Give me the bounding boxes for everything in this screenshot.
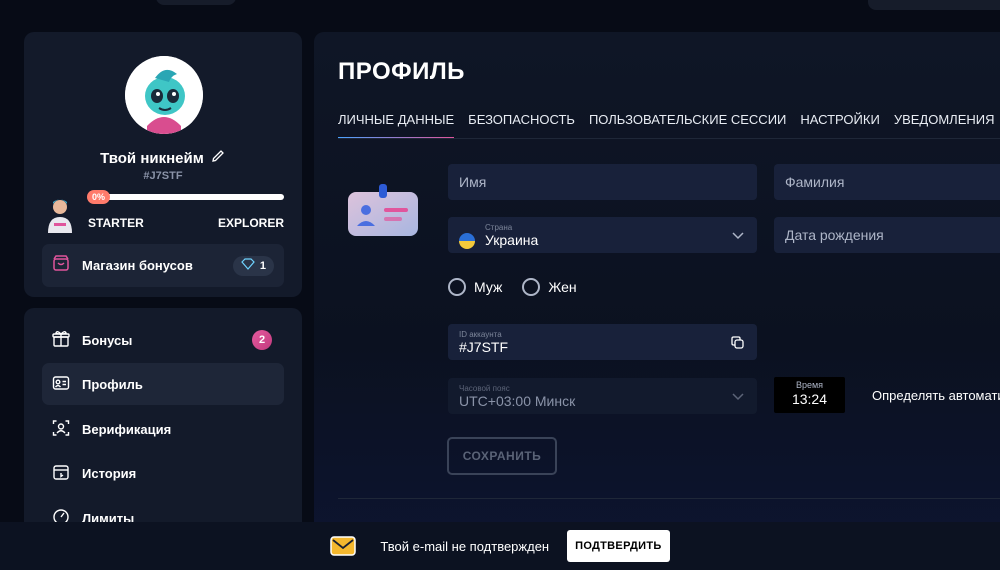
last-name-input[interactable]: Фамилия xyxy=(774,164,1000,200)
timezone-select[interactable]: Часовой пояс UTC+03:00 Минск xyxy=(448,378,757,414)
top-search-pill[interactable] xyxy=(156,0,236,5)
gender-male-label: Муж xyxy=(474,279,503,295)
sidebar-item-label: Профиль xyxy=(82,376,143,392)
gift-icon xyxy=(52,330,70,351)
gender-female-label: Жен xyxy=(548,279,577,295)
page-title: ПРОФИЛЬ xyxy=(338,58,465,85)
country-selected: Украина xyxy=(459,232,538,249)
gender-male-radio[interactable]: Муж xyxy=(448,278,502,296)
country-select[interactable]: Страна Украина xyxy=(448,217,757,253)
bonus-shop-label: Магазин бонусов xyxy=(82,258,193,273)
sidebar-nav: Бонусы 2 Профиль Верификация История Лим… xyxy=(24,308,302,548)
gems-count: 1 xyxy=(259,259,266,272)
radio-circle-icon xyxy=(448,278,466,296)
profile-tabs: ЛИЧНЫЕ ДАННЫЕ БЕЗОПАСНОСТЬ ПОЛЬЗОВАТЕЛЬС… xyxy=(338,112,994,139)
user-id: #J7STF xyxy=(143,170,183,182)
edit-pencil-icon[interactable] xyxy=(210,148,226,168)
sidebar-item-history[interactable]: История xyxy=(42,452,284,494)
sidebar-item-verification[interactable]: Верификация xyxy=(42,408,284,450)
id-card-icon xyxy=(52,374,70,395)
top-account-pill[interactable] xyxy=(868,0,1000,10)
copy-icon[interactable] xyxy=(730,335,745,353)
time-value: 13:24 xyxy=(791,391,828,407)
form-divider xyxy=(338,498,1000,499)
envelope-icon xyxy=(330,536,357,556)
gender-female-radio[interactable]: Жен xyxy=(522,278,577,296)
tabs-divider xyxy=(338,138,1000,139)
bonus-shop-button[interactable]: Магазин бонусов 1 xyxy=(42,244,284,287)
country-value: Украина xyxy=(485,232,539,248)
first-name-input[interactable]: Имя xyxy=(448,164,757,200)
face-scan-icon xyxy=(52,419,70,440)
gender-radio-group: Муж Жен xyxy=(448,278,577,296)
history-icon xyxy=(52,463,70,484)
timezone-value: UTC+03:00 Минск xyxy=(459,393,576,409)
current-time-display: Время 13:24 xyxy=(774,377,845,413)
timezone-label: Часовой пояс xyxy=(459,384,510,393)
last-name-placeholder: Фамилия xyxy=(785,174,845,190)
chevron-down-icon xyxy=(731,389,745,406)
chevron-down-icon xyxy=(731,228,745,245)
tab-notifications[interactable]: УВЕДОМЛЕНИЯ xyxy=(894,112,995,139)
tab-personal-data[interactable]: ЛИЧНЫЕ ДАННЫЕ xyxy=(338,112,455,139)
shop-icon xyxy=(52,254,70,277)
tab-user-sessions[interactable]: ПОЛЬЗОВАТЕЛЬСКИЕ СЕССИИ xyxy=(589,112,786,139)
email-warning-text: Твой e-mail не подтвержден xyxy=(380,538,550,554)
time-label: Время xyxy=(795,380,824,390)
level-current: STARTER xyxy=(88,216,144,230)
auto-detect-toggle-label[interactable]: Определять автомати xyxy=(872,388,1000,403)
sidebar-item-profile[interactable]: Профиль xyxy=(42,363,284,405)
profile-panel: ПРОФИЛЬ ЛИЧНЫЕ ДАННЫЕ БЕЗОПАСНОСТЬ ПОЛЬЗ… xyxy=(314,32,1000,552)
account-id-value: #J7STF xyxy=(459,339,509,355)
sidebar-item-label: История xyxy=(82,465,137,481)
progress-percent-badge: 0% xyxy=(87,190,111,204)
ukraine-flag-icon xyxy=(459,232,475,249)
id-card-illustration-icon xyxy=(344,182,422,242)
nickname-row: Твой никнейм xyxy=(24,148,302,168)
level-avatar-icon xyxy=(44,195,76,233)
nickname: Твой никнейм xyxy=(100,149,204,167)
email-unconfirmed-banner: Твой e-mail не подтвержден ПОДТВЕРДИТЬ xyxy=(0,522,1000,570)
sidebar-item-bonuses[interactable]: Бонусы 2 xyxy=(42,319,284,361)
country-label: Страна xyxy=(485,223,513,232)
sidebar-item-label: Верификация xyxy=(82,421,172,437)
sidebar-item-label: Бонусы xyxy=(82,332,133,348)
profile-card: Твой никнейм #J7STF 0% STARTER EXPLORER … xyxy=(24,32,302,297)
save-button[interactable]: СОХРАНИТЬ xyxy=(447,437,557,475)
level-progress-bar xyxy=(88,194,284,200)
gems-badge: 1 xyxy=(232,255,274,276)
radio-circle-icon xyxy=(522,278,541,296)
account-id-field: ID аккаунта #J7STF xyxy=(448,324,757,360)
level-next: EXPLORER xyxy=(217,216,284,230)
bonuses-count-badge: 2 xyxy=(252,330,272,350)
tab-security[interactable]: БЕЗОПАСНОСТЬ xyxy=(468,112,575,139)
account-id-label: ID аккаунта xyxy=(459,330,502,339)
tab-settings[interactable]: НАСТРОЙКИ xyxy=(800,112,879,139)
avatar[interactable] xyxy=(125,56,203,134)
first-name-placeholder: Имя xyxy=(459,174,487,190)
birthdate-placeholder: Дата рождения xyxy=(785,227,884,243)
diamond-icon xyxy=(241,258,255,273)
birthdate-input[interactable]: Дата рождения xyxy=(774,217,1000,253)
confirm-email-button[interactable]: ПОДТВЕРДИТЬ xyxy=(567,530,670,562)
